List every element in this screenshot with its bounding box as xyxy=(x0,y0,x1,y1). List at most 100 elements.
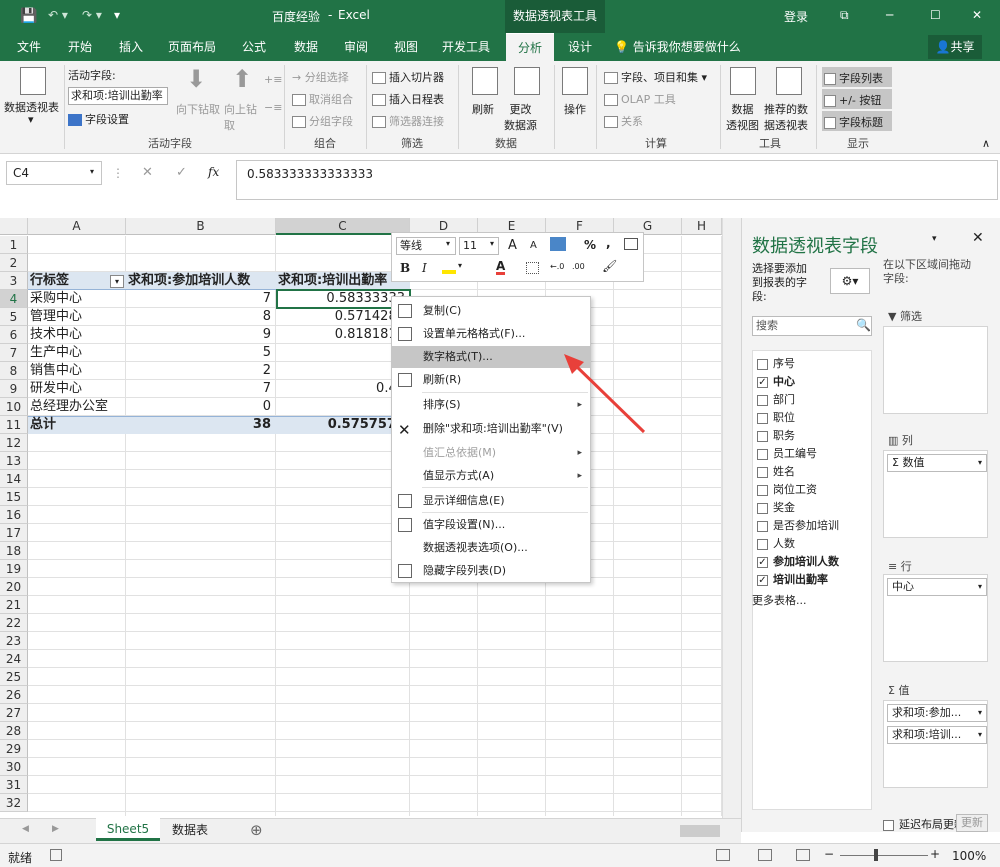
filter-dropdown-icon[interactable]: ▾ xyxy=(110,275,124,288)
pivot-row-label[interactable]: 采购中心 xyxy=(30,290,124,308)
format-painter-icon[interactable]: 🖌 xyxy=(602,259,617,273)
minimize-button[interactable]: ─ xyxy=(886,8,893,22)
update-button[interactable]: 更新 xyxy=(956,814,988,832)
page-break-view-icon[interactable] xyxy=(796,849,810,861)
close-icon[interactable]: ✕ xyxy=(972,230,984,246)
pivot-total-label[interactable]: 总计 xyxy=(30,416,124,434)
chevron-down-icon[interactable]: ▾ xyxy=(446,239,450,248)
field-checkbox-item[interactable]: 职务 xyxy=(757,427,795,445)
context-menu-item[interactable]: 显示详细信息(E) xyxy=(392,490,590,512)
values-chip-count[interactable]: 求和项:参加... ▾ xyxy=(887,704,987,722)
drill-down-button[interactable]: 向下钻取 xyxy=(176,101,220,117)
row-header[interactable]: 8 xyxy=(0,362,28,380)
chevron-down-icon[interactable]: ▾ xyxy=(458,261,462,270)
row-header[interactable]: 15 xyxy=(0,488,28,506)
row-header[interactable]: 1 xyxy=(0,236,28,254)
row-header[interactable]: 2 xyxy=(0,254,28,272)
chevron-down-icon[interactable]: ▾ xyxy=(490,239,494,248)
group-field-button[interactable]: 分组字段 xyxy=(292,113,353,129)
field-checkbox-item[interactable]: 奖金 xyxy=(757,499,795,517)
redo-icon[interactable]: ↷ ▾ xyxy=(82,8,102,22)
row-header[interactable]: 6 xyxy=(0,326,28,344)
column-header[interactable]: C xyxy=(276,218,410,235)
name-box[interactable]: C4 xyxy=(6,161,102,185)
context-menu-item[interactable]: 值显示方式(A) ▸ xyxy=(392,465,590,487)
rows-chip-center[interactable]: 中心 ▾ xyxy=(887,578,987,596)
more-tables-link[interactable]: 更多表格... xyxy=(752,592,807,608)
grow-font-icon[interactable]: A xyxy=(508,238,517,253)
field-settings-button[interactable]: 字段设置 xyxy=(68,111,129,127)
row-header[interactable]: 20 xyxy=(0,578,28,596)
share-button[interactable]: 👤共享 xyxy=(928,35,982,59)
group-selection-button[interactable]: → 分组选择 xyxy=(292,69,349,85)
pivot-row-label[interactable]: 管理中心 xyxy=(30,308,124,326)
save-icon[interactable]: 💾 xyxy=(20,8,37,24)
percent-style-icon[interactable]: % xyxy=(584,238,596,252)
pivot-row-label[interactable]: 销售中心 xyxy=(30,362,124,380)
pivot-rate-cell[interactable]: 0.43 xyxy=(278,380,408,398)
field-checkbox-item[interactable]: 是否参加培训 xyxy=(757,517,839,535)
next-sheet-icon[interactable]: ▶ xyxy=(52,824,59,834)
vertical-scrollbar[interactable] xyxy=(722,218,741,818)
collapse-ribbon-icon[interactable]: ∧ xyxy=(982,137,990,150)
row-header[interactable]: 23 xyxy=(0,632,28,650)
row-header[interactable]: 3 xyxy=(0,272,28,290)
format-painter-table-icon[interactable] xyxy=(624,238,638,250)
prev-sheet-icon[interactable]: ◀ xyxy=(22,824,29,834)
relationships-button[interactable]: 关系 xyxy=(604,113,643,129)
close-button[interactable]: ✕ xyxy=(972,8,982,22)
tab-design[interactable]: 设计 xyxy=(560,33,600,61)
checkbox[interactable] xyxy=(757,502,768,514)
row-header[interactable]: 21 xyxy=(0,596,28,614)
login-link[interactable]: 登录 xyxy=(784,8,808,25)
pivot-rate-cell[interactable]: 0 xyxy=(278,344,408,362)
field-list-toggle[interactable]: 字段列表 xyxy=(822,67,892,87)
context-menu-item[interactable]: 复制(C) xyxy=(392,300,590,322)
row-header[interactable]: 18 xyxy=(0,542,28,560)
zoom-slider[interactable] xyxy=(840,855,928,856)
row-header[interactable]: 28 xyxy=(0,722,28,740)
context-menu-item[interactable]: 值字段设置(N)... xyxy=(392,514,590,536)
pivot-total-count[interactable]: 38 xyxy=(128,416,274,434)
fields-items-sets-button[interactable]: 字段、项目和集 ▾ xyxy=(604,69,707,85)
refresh-button[interactable]: 刷新 xyxy=(472,101,494,117)
context-menu-item[interactable]: 值汇总依据(M) ▸ xyxy=(392,442,590,464)
checkbox[interactable] xyxy=(757,484,768,496)
row-header[interactable]: 27 xyxy=(0,704,28,722)
field-checkbox-item[interactable]: 岗位工资 xyxy=(757,481,817,499)
column-header[interactable]: H xyxy=(682,218,722,235)
chevron-down-icon[interactable]: ▾ xyxy=(90,167,94,176)
field-checkbox-item[interactable]: 序号 xyxy=(757,355,795,373)
row-header[interactable]: 24 xyxy=(0,650,28,668)
sheet-tab-data[interactable]: 数据表 xyxy=(162,819,218,841)
row-header[interactable]: 9 xyxy=(0,380,28,398)
zoom-level[interactable]: 100% xyxy=(952,849,986,863)
row-header[interactable]: 10 xyxy=(0,398,28,416)
row-header[interactable]: 13 xyxy=(0,452,28,470)
zoom-in-button[interactable]: + xyxy=(930,847,940,861)
row-header[interactable]: 11 xyxy=(0,416,28,434)
pivot-count-cell[interactable]: 2 xyxy=(128,362,274,380)
macro-record-icon[interactable] xyxy=(50,849,62,861)
pivot-total-rate[interactable]: 0.5757575 xyxy=(278,416,408,434)
worksheet-grid[interactable]: 行标签 ▾ 求和项:参加培训人数 求和项:培训出勤率 采购中心 7 0.58333333 管理… xyxy=(0,218,741,818)
row-header[interactable]: 4 xyxy=(0,290,28,308)
active-field-input[interactable]: 求和项:培训出勤率 xyxy=(68,87,168,105)
comma-style-icon[interactable]: , xyxy=(606,236,611,250)
checkbox[interactable] xyxy=(757,430,768,442)
checkbox[interactable]: ✓ xyxy=(757,556,768,568)
horizontal-scrollbar[interactable] xyxy=(680,825,720,837)
tab-file[interactable]: 文件 xyxy=(8,33,50,61)
insert-function-icon[interactable]: fx xyxy=(208,165,219,179)
sheet-tab-sheet5[interactable]: Sheet5 xyxy=(96,818,160,841)
tab-data[interactable]: 数据 xyxy=(284,33,328,61)
values-chip-rate[interactable]: 求和项:培训... ▾ xyxy=(887,726,987,744)
pivot-rate-cell[interactable] xyxy=(278,362,408,380)
field-checkbox-item[interactable]: ✓ 中心 xyxy=(757,373,795,391)
ribbon-display-icon[interactable]: ⧉ xyxy=(840,8,849,23)
row-header[interactable]: 14 xyxy=(0,470,28,488)
bold-icon[interactable]: B xyxy=(400,261,410,275)
normal-view-icon[interactable] xyxy=(716,849,730,861)
tab-page-layout[interactable]: 页面布局 xyxy=(160,33,224,61)
tell-me-search[interactable]: 💡 告诉我你想要做什么 xyxy=(614,33,744,61)
